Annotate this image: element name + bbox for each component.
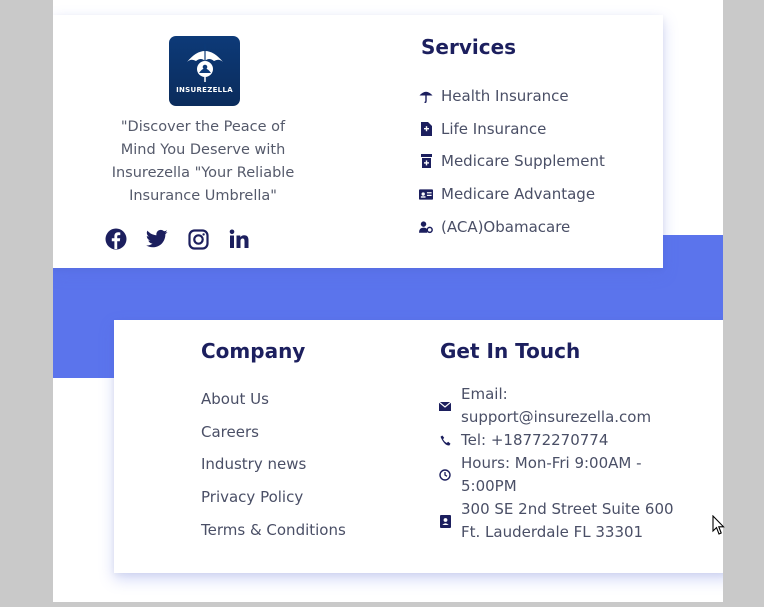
social-links xyxy=(105,228,250,250)
service-label: Life Insurance xyxy=(441,119,547,138)
address-line: Ft. Lauderdale FL 33301 xyxy=(461,523,644,541)
service-item-obamacare[interactable]: (ACA)Obamacare xyxy=(419,210,605,243)
tagline-line: Mind You Deserve with xyxy=(120,142,286,158)
phone-icon xyxy=(439,435,451,446)
email-value: support@insurezella.com xyxy=(461,408,652,426)
service-label: (ACA)Obamacare xyxy=(441,217,571,236)
id-card-icon xyxy=(419,188,433,200)
address-line: 300 SE 2nd Street Suite 600 xyxy=(461,500,674,518)
tagline-line: Insurezella "Your Reliable xyxy=(111,165,295,181)
email-label: Email: xyxy=(461,385,508,403)
service-label: Medicare Advantage xyxy=(441,185,596,204)
instagram-icon[interactable] xyxy=(187,228,209,250)
contact-hours: Hours: Mon-Fri 9:00AM - 5:00PM xyxy=(439,452,674,498)
user-gear-icon xyxy=(419,220,433,234)
umbrella-logo-icon xyxy=(186,44,223,82)
service-item-life-insurance[interactable]: Life Insurance xyxy=(419,113,605,146)
contact-phone[interactable]: Tel: +18772270774 xyxy=(439,429,674,452)
contact-address: 300 SE 2nd Street Suite 600 Ft. Lauderda… xyxy=(439,498,674,544)
contact-list: Email: support@insurezella.com Tel: +187… xyxy=(439,383,674,544)
footer-page: INSUREZELLA "Discover the Peace of Mind … xyxy=(53,0,723,602)
pill-bottle-icon xyxy=(419,154,433,169)
insurezella-logo[interactable]: INSUREZELLA xyxy=(169,36,240,106)
phone-value: Tel: +18772270774 xyxy=(461,431,609,449)
company-list: About Us Careers Industry news Privacy P… xyxy=(201,383,346,546)
umbrella-icon xyxy=(419,89,433,104)
document-icon xyxy=(419,121,433,136)
brand-tagline: "Discover the Peace of Mind You Deserve … xyxy=(103,116,303,208)
service-label: Health Insurance xyxy=(441,87,569,106)
services-list: Health Insurance Life Insurance Medicare… xyxy=(419,80,605,243)
clock-icon xyxy=(439,469,451,481)
company-link-about-us[interactable]: About Us xyxy=(201,383,346,416)
twitter-icon[interactable] xyxy=(146,228,168,250)
contact-email[interactable]: Email: support@insurezella.com xyxy=(439,383,674,429)
tagline-line: "Discover the Peace of xyxy=(120,119,286,135)
service-item-medicare-supplement[interactable]: Medicare Supplement xyxy=(419,145,605,178)
company-link-terms-conditions[interactable]: Terms & Conditions xyxy=(201,513,346,546)
logo-text: INSUREZELLA xyxy=(176,86,233,94)
tagline-line: Insurance Umbrella" xyxy=(129,188,277,204)
service-label: Medicare Supplement xyxy=(441,152,605,171)
contact-heading: Get In Touch xyxy=(440,339,581,363)
service-item-health-insurance[interactable]: Health Insurance xyxy=(419,80,605,113)
company-link-careers[interactable]: Careers xyxy=(201,416,346,449)
company-link-industry-news[interactable]: Industry news xyxy=(201,448,346,481)
envelope-icon xyxy=(439,401,451,411)
services-heading: Services xyxy=(421,35,517,59)
company-heading: Company xyxy=(201,339,306,363)
address-book-icon xyxy=(439,514,451,528)
hours-line: Hours: Mon-Fri 9:00AM - xyxy=(461,454,642,472)
facebook-icon[interactable] xyxy=(105,228,127,250)
company-link-privacy-policy[interactable]: Privacy Policy xyxy=(201,481,346,514)
service-item-medicare-advantage[interactable]: Medicare Advantage xyxy=(419,178,605,211)
linkedin-icon[interactable] xyxy=(228,228,250,250)
mouse-cursor-icon xyxy=(712,514,725,540)
hours-line: 5:00PM xyxy=(461,477,517,495)
